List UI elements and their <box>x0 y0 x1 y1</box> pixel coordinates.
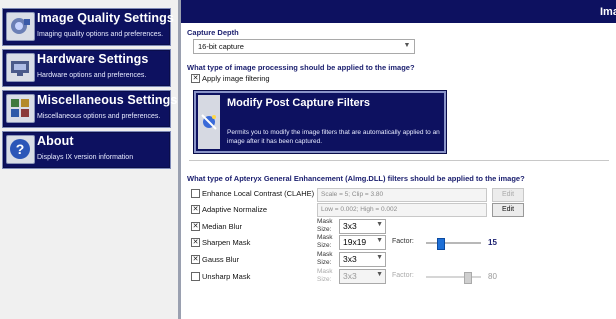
clahe-edit-button[interactable]: Edit <box>492 188 524 202</box>
chevron-down-icon: ▼ <box>376 221 383 228</box>
post-filters-title: Modify Post Capture Filters <box>227 97 371 109</box>
hardware-icon <box>6 53 35 82</box>
chevron-down-icon: ▼ <box>376 271 383 278</box>
processing-question: What type of image processing should be … <box>187 63 415 72</box>
sidebar: Image Quality Settings Imaging quality o… <box>0 0 178 319</box>
gauss-mask-select[interactable]: 3x3 ▼ <box>339 252 386 267</box>
sharpen-mask-checkbox[interactable]: ✕ <box>191 238 200 247</box>
misc-settings-icon <box>6 94 35 123</box>
median-mask-label: Mask Size: <box>317 218 333 233</box>
sidebar-item-title: Miscellaneous Settings <box>37 93 178 107</box>
divider <box>189 160 609 161</box>
enhancement-question: What type of Apteryx General Enhancement… <box>187 174 525 183</box>
unsharp-factor-label: Factor: <box>392 272 414 279</box>
post-filters-desc: Permits you to modify the image filters … <box>227 129 440 145</box>
adaptive-normalize-label: Adaptive Normalize <box>202 205 268 214</box>
sharpen-mask-label: Sharpen Mask <box>202 238 251 247</box>
unsharp-mask-size-label: Mask Size: <box>317 268 333 283</box>
chevron-down-icon: ▼ <box>403 42 411 49</box>
capture-depth-select[interactable]: 16-bit capture ▼ <box>193 39 415 54</box>
sidebar-item-miscellaneous[interactable]: Miscellaneous Settings Miscellaneous opt… <box>2 90 177 128</box>
sidebar-item-desc: Miscellaneous options and preferences. <box>37 113 161 120</box>
chevron-down-icon: ▼ <box>376 237 383 244</box>
unsharp-mask-select[interactable]: 3x3 ▼ <box>339 269 386 284</box>
sharpen-factor-label: Factor: <box>392 238 414 245</box>
unsharp-mask-label: Unsharp Mask <box>202 272 251 281</box>
clahe-params: Scale = 5; Clip = 3.80 <box>317 188 487 202</box>
gauss-blur-label: Gauss Blur <box>202 255 240 264</box>
unsharp-factor-slider[interactable] <box>426 272 481 284</box>
modify-post-capture-filters-button[interactable]: Modify Post Capture Filters Permits you … <box>193 90 447 154</box>
sidebar-item-desc: Imaging quality options and preferences. <box>37 31 164 38</box>
sidebar-item-about[interactable]: ? About Displays IX version information <box>2 131 171 169</box>
sidebar-item-title: Hardware Settings <box>37 52 149 66</box>
sharpen-factor-thumb[interactable] <box>436 238 445 250</box>
sidebar-item-desc: Hardware options and preferences. <box>37 72 147 79</box>
clahe-checkbox[interactable] <box>191 189 200 198</box>
chevron-down-icon: ▼ <box>376 254 383 261</box>
sharpen-mask-select[interactable]: 19x19 ▼ <box>339 235 386 250</box>
settings-panel: Ima Capture Depth 16-bit capture ▼ What … <box>178 0 616 319</box>
sharpen-mask-size-label: Mask Size: <box>317 234 333 249</box>
gauss-blur-checkbox[interactable]: ✕ <box>191 255 200 264</box>
gauss-mask-label: Mask Size: <box>317 251 333 266</box>
apply-filtering-label: Apply image filtering <box>202 74 270 83</box>
capture-depth-label: Capture Depth <box>187 28 239 37</box>
adaptive-normalize-params: Low = 0.002; High = 0.002 <box>317 203 487 217</box>
sidebar-item-title: Image Quality Settings <box>37 11 174 25</box>
panel-title: Ima <box>600 6 616 18</box>
median-blur-label: Median Blur <box>202 222 243 231</box>
apply-filtering-checkbox[interactable]: ✕ <box>191 74 200 83</box>
svg-text:?: ? <box>16 141 25 157</box>
unsharp-mask-checkbox[interactable] <box>191 272 200 281</box>
sidebar-item-title: About <box>37 134 74 148</box>
clahe-label: Enhance Local Contrast (CLAHE) <box>202 189 315 198</box>
adaptive-normalize-edit-button[interactable]: Edit <box>492 203 524 217</box>
median-blur-checkbox[interactable]: ✕ <box>191 222 200 231</box>
sidebar-item-desc: Displays IX version information <box>37 154 134 161</box>
sharpen-factor-slider[interactable] <box>426 238 481 250</box>
capture-depth-value: 16-bit capture <box>198 42 244 51</box>
filter-wand-icon <box>198 95 220 149</box>
unsharp-factor-value: 80 <box>488 272 497 281</box>
median-mask-select[interactable]: 3x3 ▼ <box>339 219 386 234</box>
panel-header: Ima <box>181 0 616 23</box>
help-icon: ? <box>6 135 35 164</box>
sidebar-item-image-quality[interactable]: Image Quality Settings Imaging quality o… <box>2 8 174 46</box>
unsharp-factor-thumb[interactable] <box>464 272 473 284</box>
image-quality-icon <box>6 12 35 41</box>
sharpen-factor-value: 15 <box>488 238 497 247</box>
sidebar-item-hardware[interactable]: Hardware Settings Hardware options and p… <box>2 49 171 87</box>
adaptive-normalize-checkbox[interactable]: ✕ <box>191 205 200 214</box>
